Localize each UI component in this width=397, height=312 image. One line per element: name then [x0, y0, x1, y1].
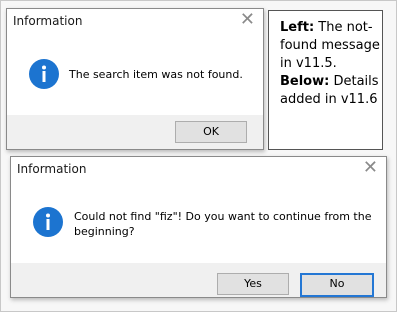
dialog-titlebar: Information ✕	[11, 157, 386, 185]
annotation-note: Left: The not-found message in v11.5. Be…	[268, 10, 383, 150]
ok-button[interactable]: OK	[175, 121, 247, 143]
info-dialog-v11-6: Information ✕ Could not find "fiz"! Do y…	[10, 156, 387, 298]
info-icon	[29, 59, 59, 89]
close-icon[interactable]: ✕	[240, 11, 255, 29]
no-button[interactable]: No	[300, 273, 374, 297]
close-icon[interactable]: ✕	[363, 159, 378, 177]
yes-button[interactable]: Yes	[217, 273, 289, 295]
dialog-message: Could not find "fiz"! Do you want to con…	[74, 210, 372, 238]
dialog-title: Information	[17, 162, 87, 176]
info-dialog-v11-5: Information ✕ The search item was not fo…	[6, 8, 264, 150]
note-left-label: Left:	[280, 20, 315, 35]
info-icon	[33, 207, 63, 237]
note-below-label: Below:	[280, 74, 330, 89]
dialog-message: The search item was not found.	[69, 68, 243, 81]
dialog-titlebar: Information ✕	[7, 9, 263, 37]
dialog-title: Information	[13, 14, 83, 28]
